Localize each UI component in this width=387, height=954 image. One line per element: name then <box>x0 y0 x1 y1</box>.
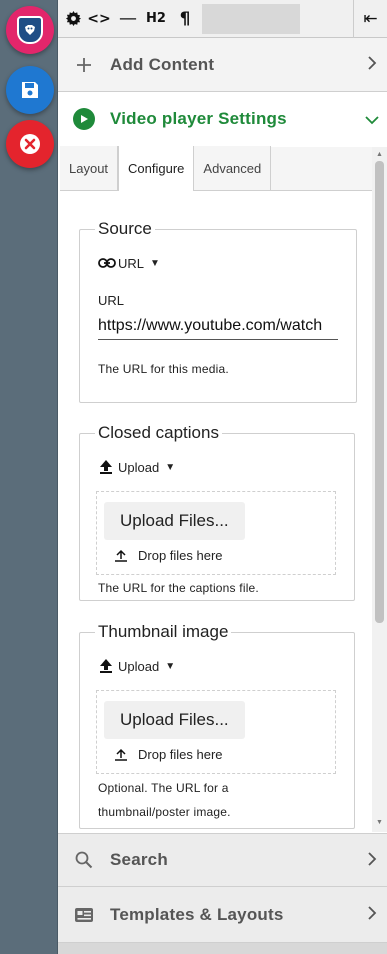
left-rail <box>0 0 58 954</box>
play-circle-icon <box>58 108 110 130</box>
thumbnail-legend: Thumbnail image <box>98 622 229 641</box>
url-helper-text: The URL for this media. <box>98 362 229 376</box>
thumbnail-image-group: Thumbnail image Upload ▼ Upload Files...… <box>79 622 355 829</box>
settings-button[interactable] <box>58 0 84 38</box>
scroll-up-arrow-icon[interactable]: ▲ <box>376 151 383 158</box>
scrollbar-thumb[interactable] <box>375 161 384 623</box>
scroll-down-arrow-icon[interactable]: ▼ <box>376 819 383 826</box>
thumbnail-mode-label: Upload <box>118 658 160 674</box>
source-group: Source URL ▼ URL The URL for this media. <box>79 219 357 403</box>
search-label: Search <box>110 850 168 869</box>
gear-icon <box>65 11 81 26</box>
chevron-right-icon <box>357 850 387 871</box>
video-settings-panel-header[interactable]: Video player Settings <box>58 92 387 146</box>
caret-down-icon: ▼ <box>165 660 176 672</box>
chevron-right-icon <box>357 904 387 925</box>
thumbnail-upload-button[interactable]: Upload Files... <box>104 701 245 739</box>
save-button[interactable] <box>6 66 54 114</box>
paragraph-button[interactable]: ¶ <box>170 0 200 38</box>
thumbnail-drop-hint: Drop files here <box>104 747 328 762</box>
thumbnail-helper-line-2: thumbnail/poster image. <box>98 805 231 819</box>
panel-scrollbar[interactable]: ▲ ▼ <box>372 147 387 832</box>
upload-icon <box>114 748 138 762</box>
captions-mode-dropdown[interactable]: Upload ▼ <box>98 457 336 477</box>
captions-dropzone[interactable]: Upload Files... Drop files here <box>96 491 336 575</box>
site-logo-button[interactable] <box>6 6 54 54</box>
chevron-right-icon <box>357 54 387 75</box>
upload-icon <box>98 658 118 674</box>
templates-icon <box>58 907 110 923</box>
captions-drop-hint: Drop files here <box>104 548 328 563</box>
horizontal-rule-button[interactable]: — <box>114 0 142 38</box>
upload-icon <box>114 549 138 563</box>
search-icon <box>58 851 110 869</box>
tab-configure[interactable]: Configure <box>118 146 195 191</box>
captions-helper-text: The URL for the captions file. <box>98 581 259 595</box>
caret-down-icon: ▼ <box>165 461 176 473</box>
collapse-panel-button[interactable]: ⇤ <box>353 0 387 38</box>
captions-upload-button[interactable]: Upload Files... <box>104 502 245 540</box>
caret-down-icon: ▼ <box>150 257 160 269</box>
video-settings-label: Video player Settings <box>110 109 287 128</box>
editor-toolbar: <> — H2 ¶ ⇤ <box>58 0 387 38</box>
chevron-down-icon <box>357 109 387 130</box>
captions-legend: Closed captions <box>98 423 219 442</box>
save-icon <box>22 82 38 98</box>
bottom-strip <box>58 943 387 954</box>
code-button[interactable]: <> <box>84 0 114 38</box>
thumbnail-mode-dropdown[interactable]: Upload ▼ <box>98 656 336 676</box>
tab-layout[interactable]: Layout <box>60 146 119 190</box>
configure-panel: Source URL ▼ URL The URL for this media.… <box>60 191 372 831</box>
closed-captions-group: Closed captions Upload ▼ Upload Files...… <box>79 423 355 601</box>
link-icon <box>98 258 118 268</box>
url-input[interactable] <box>98 312 338 340</box>
thumbnail-drop-label: Drop files here <box>138 747 223 762</box>
captions-mode-label: Upload <box>118 459 160 475</box>
shield-logo-icon <box>17 16 43 44</box>
toolbar-disabled-area <box>202 3 300 34</box>
source-legend: Source <box>98 219 152 238</box>
captions-drop-label: Drop files here <box>138 548 223 563</box>
url-field-label: URL <box>98 293 125 308</box>
app-root: <> — H2 ¶ ⇤ Add Content Video player Set… <box>0 0 387 954</box>
source-mode-label: URL <box>118 255 145 271</box>
heading-2-button[interactable]: H2 <box>142 0 170 38</box>
source-mode-dropdown[interactable]: URL ▼ <box>98 253 338 273</box>
thumbnail-dropzone[interactable]: Upload Files... Drop files here <box>96 690 336 774</box>
templates-layouts-panel[interactable]: Templates & Layouts <box>58 887 387 943</box>
upload-icon <box>98 459 118 475</box>
cancel-button[interactable] <box>6 120 54 168</box>
settings-tabs: Layout Configure Advanced <box>60 146 372 191</box>
templates-label: Templates & Layouts <box>110 904 284 924</box>
add-content-panel[interactable]: Add Content <box>58 38 387 92</box>
thumbnail-helper-line-1: Optional. The URL for a <box>98 781 229 795</box>
search-panel[interactable]: Search <box>58 833 387 887</box>
tab-advanced[interactable]: Advanced <box>194 146 272 190</box>
close-circle-icon <box>20 134 40 154</box>
add-content-label: Add Content <box>110 54 215 74</box>
plus-icon <box>58 56 110 74</box>
